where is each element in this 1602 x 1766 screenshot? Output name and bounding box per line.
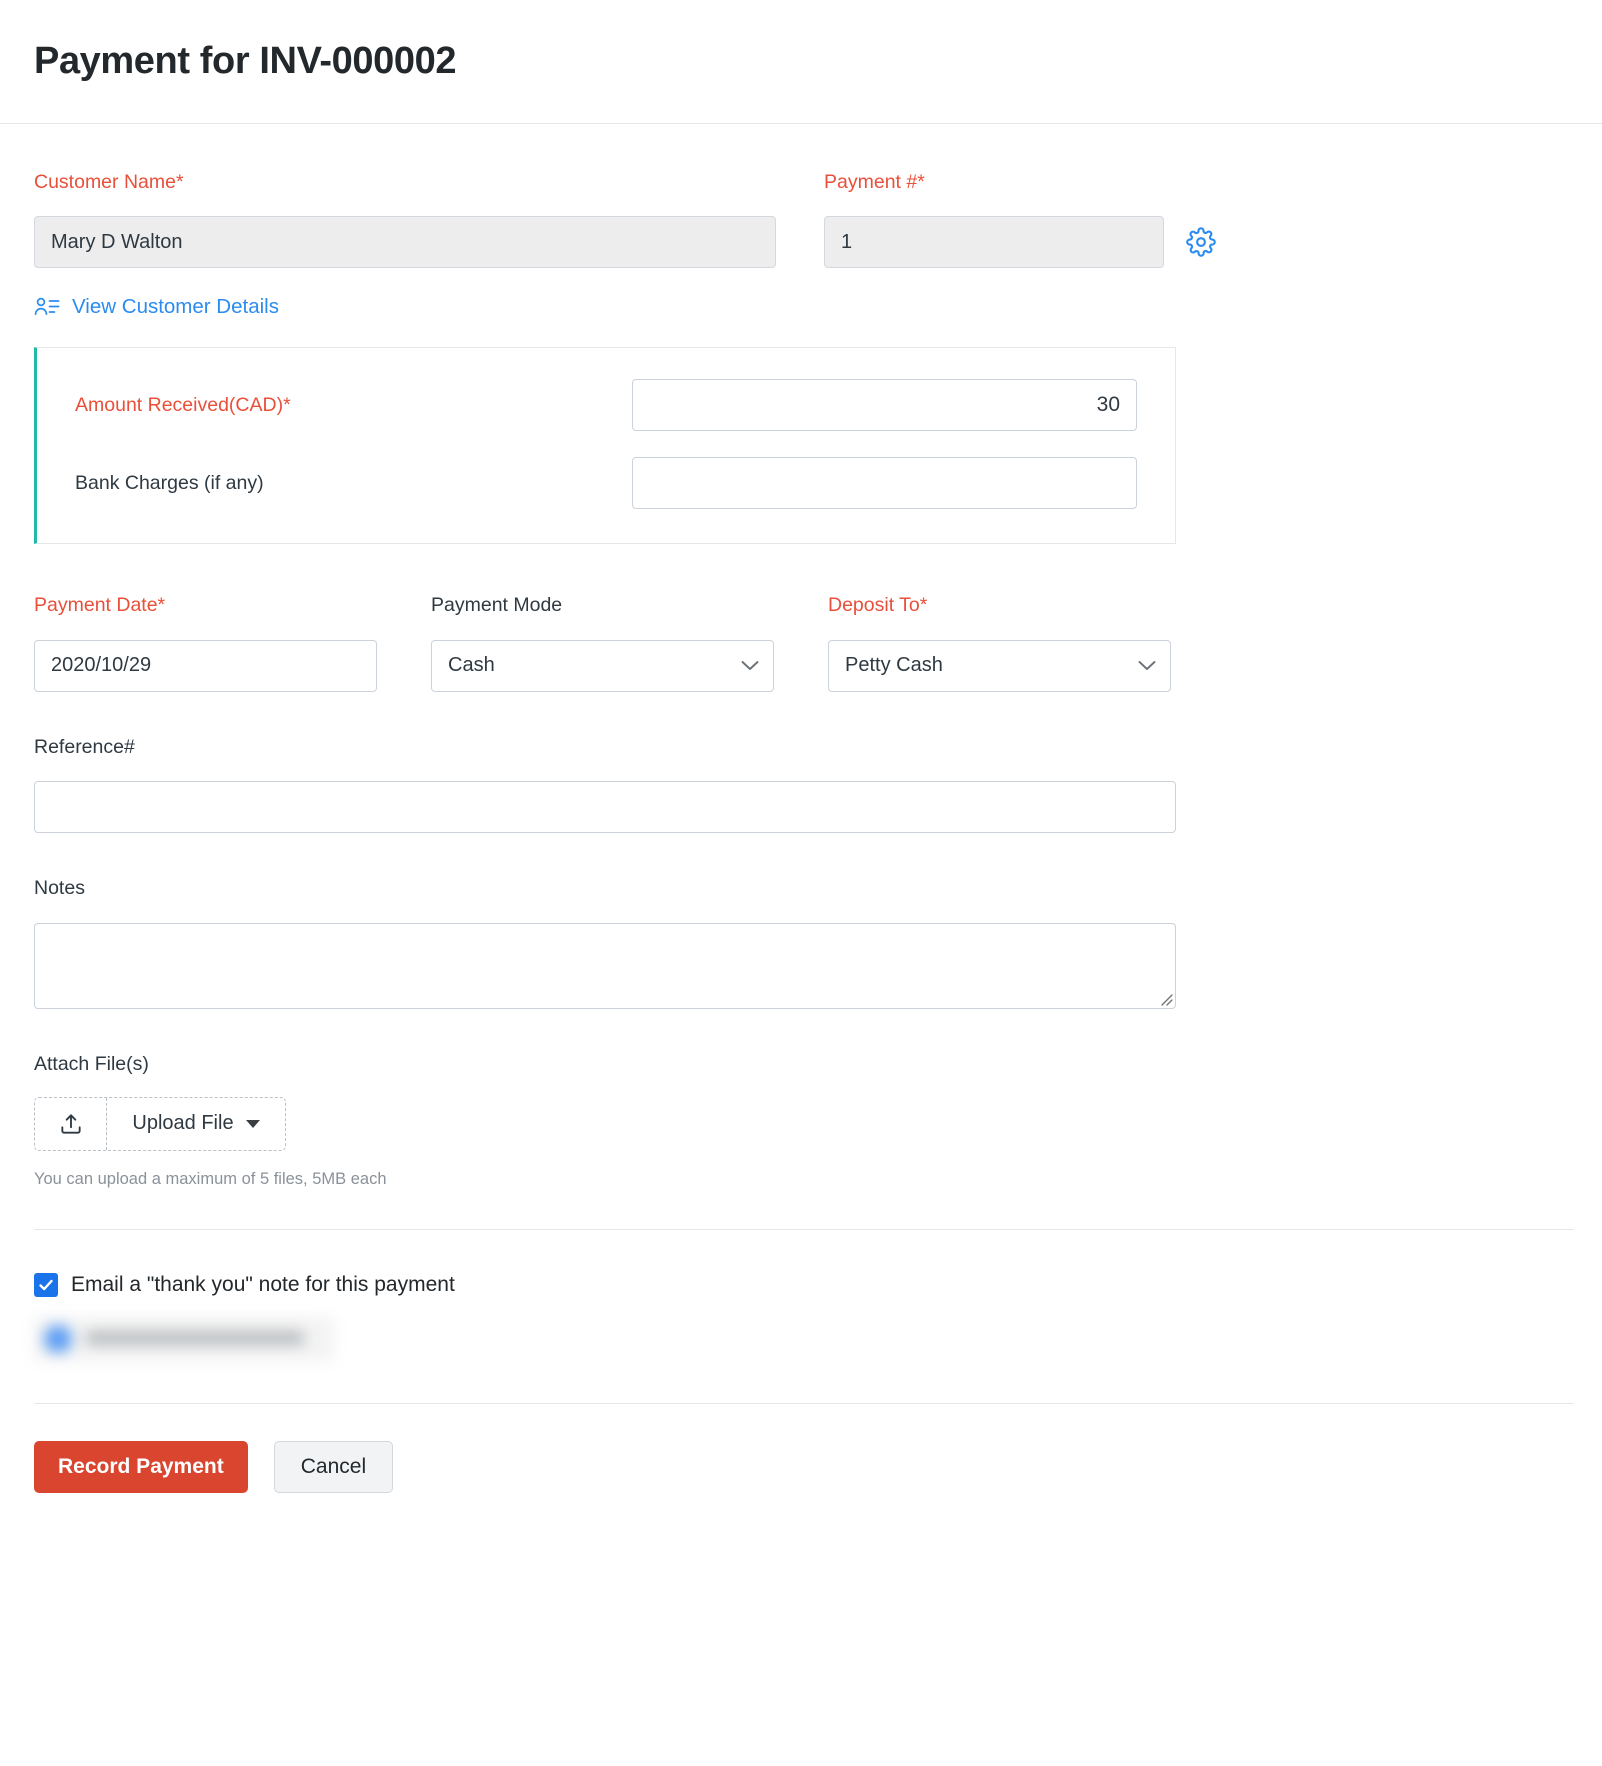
payment-mode-group: Payment Mode Cash <box>431 594 828 691</box>
payment-number-group: Payment #* 1 <box>824 171 1216 268</box>
notes-textarea[interactable] <box>34 923 1176 1009</box>
payment-form: Customer Name* Mary D Walton Payment #* … <box>0 124 1602 1493</box>
check-icon <box>38 1277 54 1293</box>
recipient-email-chip[interactable] <box>34 1317 334 1361</box>
reference-label: Reference# <box>34 736 1568 759</box>
gear-icon[interactable] <box>1186 227 1216 257</box>
notes-group: Notes <box>34 877 1568 1008</box>
upload-file-control: Upload File <box>34 1097 286 1151</box>
deposit-to-select[interactable]: Petty Cash <box>828 640 1171 692</box>
amount-received-input[interactable]: 30 <box>632 379 1137 431</box>
upload-file-button[interactable]: Upload File <box>107 1098 285 1150</box>
payment-date-label: Payment Date* <box>34 594 431 617</box>
customer-payment-row: Customer Name* Mary D Walton Payment #* … <box>34 124 1568 268</box>
upload-icon <box>58 1111 84 1137</box>
amount-received-label: Amount Received(CAD)* <box>75 394 632 417</box>
customer-name-group: Customer Name* Mary D Walton <box>34 171 824 268</box>
payment-mode-select[interactable]: Cash <box>431 640 774 692</box>
date-mode-deposit-row: Payment Date* 2020/10/29 Payment Mode Ca… <box>34 594 1568 691</box>
cancel-button[interactable]: Cancel <box>274 1441 393 1493</box>
caret-down-icon <box>246 1120 260 1128</box>
record-payment-button[interactable]: Record Payment <box>34 1441 248 1493</box>
deposit-to-label: Deposit To* <box>828 594 1173 617</box>
chevron-down-icon <box>741 660 759 671</box>
form-actions: Record Payment Cancel <box>34 1441 1568 1493</box>
notes-label: Notes <box>34 877 1568 900</box>
payment-number-label: Payment #* <box>824 171 1164 194</box>
amount-panel: Amount Received(CAD)* 30 Bank Charges (i… <box>34 347 1176 544</box>
payment-number-input[interactable]: 1 <box>824 216 1164 268</box>
page-title: Payment for INV-000002 <box>34 40 456 83</box>
thank-you-checkbox[interactable] <box>34 1273 58 1297</box>
bank-charges-row: Bank Charges (if any) <box>37 457 1175 509</box>
customer-name-label: Customer Name* <box>34 171 824 194</box>
chevron-down-icon <box>1138 660 1156 671</box>
upload-hint-text: You can upload a maximum of 5 files, 5MB… <box>34 1170 1568 1189</box>
deposit-to-value: Petty Cash <box>845 654 943 677</box>
section-divider <box>34 1229 1574 1230</box>
attach-files-label: Attach File(s) <box>34 1053 1568 1076</box>
payment-mode-value: Cash <box>448 654 495 677</box>
attach-files-group: Attach File(s) Upload File You can uploa… <box>34 1053 1568 1189</box>
payment-date-group: Payment Date* 2020/10/29 <box>34 594 431 691</box>
avatar <box>44 1325 72 1353</box>
view-customer-details-link[interactable]: View Customer Details <box>34 295 279 319</box>
payment-mode-label: Payment Mode <box>431 594 828 617</box>
thank-you-checkbox-label: Email a "thank you" note for this paymen… <box>71 1273 455 1297</box>
footer-divider <box>34 1403 1574 1404</box>
page-header: Payment for INV-000002 <box>0 0 1602 124</box>
deposit-to-group: Deposit To* Petty Cash <box>828 594 1173 691</box>
upload-icon-button[interactable] <box>35 1098 107 1150</box>
customer-name-input[interactable]: Mary D Walton <box>34 216 776 268</box>
amount-received-row: Amount Received(CAD)* 30 <box>37 379 1175 431</box>
person-details-icon <box>34 296 60 318</box>
view-customer-details-label: View Customer Details <box>72 295 279 319</box>
bank-charges-label: Bank Charges (if any) <box>75 472 632 495</box>
reference-group: Reference# <box>34 736 1568 833</box>
bank-charges-input[interactable] <box>632 457 1137 509</box>
thank-you-checkbox-row[interactable]: Email a "thank you" note for this paymen… <box>34 1273 455 1297</box>
reference-input[interactable] <box>34 781 1176 833</box>
payment-date-input[interactable]: 2020/10/29 <box>34 640 377 692</box>
resize-handle[interactable] <box>1159 992 1173 1006</box>
recipient-email-redacted <box>86 1331 304 1345</box>
upload-file-label: Upload File <box>132 1112 233 1135</box>
